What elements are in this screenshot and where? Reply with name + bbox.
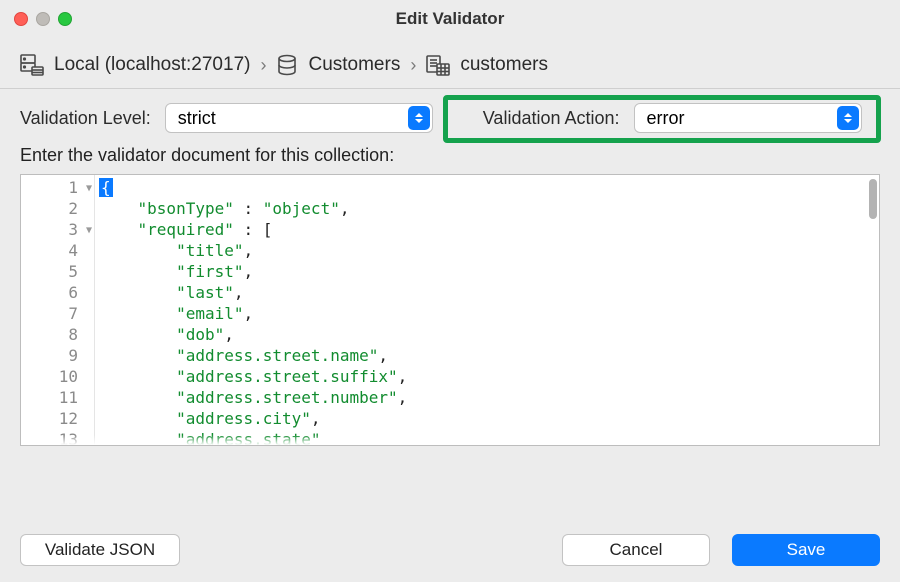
code-text: "address.city": [176, 409, 311, 428]
footer: Validate JSON Cancel Save: [20, 534, 880, 566]
save-button[interactable]: Save: [732, 534, 880, 566]
validation-action-select[interactable]: error: [634, 103, 862, 133]
breadcrumb: Local (localhost:27017) › Customers ›: [0, 38, 900, 89]
validate-json-label: Validate JSON: [45, 540, 155, 560]
code-text: "bsonType": [138, 199, 234, 218]
breadcrumb-database[interactable]: Customers: [308, 54, 400, 76]
breadcrumb-connection[interactable]: Local (localhost:27017): [54, 54, 250, 76]
validation-level-value: strict: [178, 108, 216, 129]
database-icon: [276, 54, 298, 76]
code-text: "first": [176, 262, 243, 281]
validation-controls: Validation Level: strict Validation Acti…: [0, 89, 900, 137]
code-text: "last": [176, 283, 234, 302]
scrollbar-thumb[interactable]: [869, 179, 877, 219]
fold-toggle-icon[interactable]: ▼: [86, 178, 92, 199]
server-icon: [20, 54, 44, 76]
cancel-button[interactable]: Cancel: [562, 534, 710, 566]
edit-validator-window: Edit Validator Local (localhost:27017) ›…: [0, 0, 900, 582]
validation-level-label: Validation Level:: [20, 108, 151, 129]
breadcrumb-collection[interactable]: customers: [460, 54, 548, 76]
code-area[interactable]: { "bsonType" : "object", "required" : [ …: [95, 175, 871, 445]
titlebar: Edit Validator: [0, 0, 900, 38]
chevron-right-icon: ›: [260, 55, 266, 76]
line-number-gutter: 123456 78910111213 ▼ ▼: [21, 175, 95, 445]
code-text: "address.street.number": [176, 388, 398, 407]
validate-json-button[interactable]: Validate JSON: [20, 534, 180, 566]
chevron-right-icon: ›: [410, 55, 416, 76]
fade-overlay: [21, 435, 879, 445]
code-text: {: [99, 178, 113, 197]
code-text: "required": [138, 220, 234, 239]
code-text: "email": [176, 304, 243, 323]
fold-toggle-icon[interactable]: ▼: [86, 220, 92, 241]
window-title: Edit Validator: [0, 9, 900, 29]
validation-level-select[interactable]: strict: [165, 103, 433, 133]
collection-icon: [426, 54, 450, 76]
select-stepper-icon: [408, 106, 430, 130]
save-label: Save: [787, 540, 826, 560]
code-text: "address.street.suffix": [176, 367, 398, 386]
editor-instruction: Enter the validator document for this co…: [0, 137, 900, 174]
code-text: "title": [176, 241, 243, 260]
select-stepper-icon: [837, 106, 859, 130]
code-text: "dob": [176, 325, 224, 344]
validation-action-value: error: [647, 108, 685, 129]
validation-action-label: Validation Action:: [483, 108, 620, 129]
validator-editor[interactable]: 123456 78910111213 ▼ ▼ { "bsonType" : "o…: [20, 174, 880, 446]
code-text: "address.street.name": [176, 346, 378, 365]
code-text: "object": [263, 199, 340, 218]
cancel-label: Cancel: [610, 540, 663, 560]
